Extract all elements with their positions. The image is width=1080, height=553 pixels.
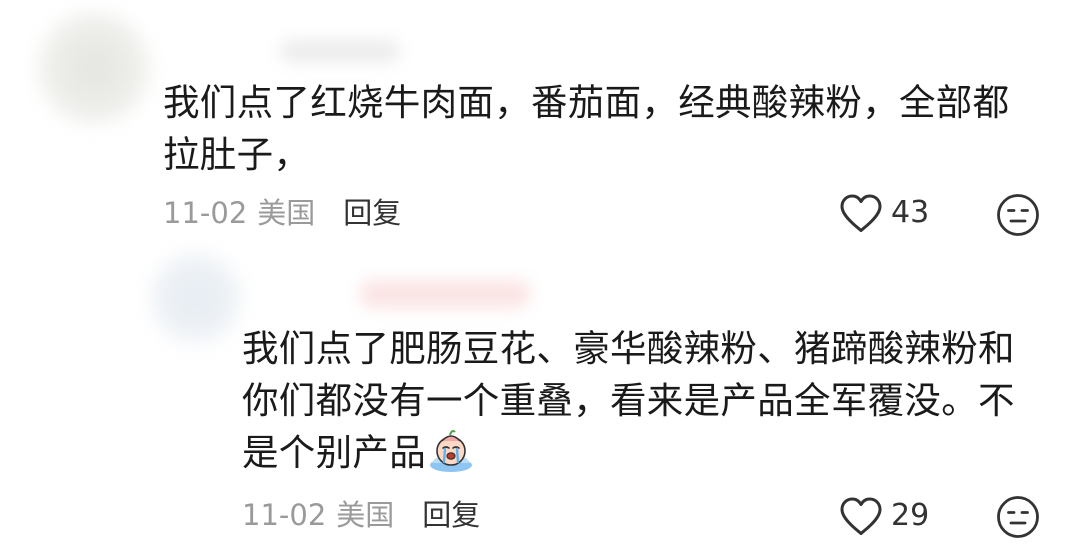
comment-location: 美国 [336,498,395,532]
heart-outline-icon [838,192,884,234]
comment-text: 我们点了红烧牛肉面，番茄面，经典酸辣粉，全部都拉肚子， [163,81,1010,176]
dislike-button[interactable] [996,193,1040,237]
comment-meta: 11-02 美国 回复 [163,195,401,231]
reply-button[interactable]: 回复 [422,497,480,533]
meh-face-icon [996,495,1040,539]
username-blurred[interactable] [360,280,530,308]
dislike-button[interactable] [996,495,1040,539]
like-count: 29 [891,498,930,533]
comment-location: 美国 [257,196,316,230]
comment-date: 11-02 [163,196,248,230]
comment-thread: 我们点了红烧牛肉面，番茄面，经典酸辣粉，全部都拉肚子， 11-02 美国 回复 … [0,0,1080,553]
avatar[interactable] [38,12,150,124]
comment-text-body: 我们点了肥肠豆花、豪华酸辣粉、猪蹄酸辣粉和你们都没有一个重叠，看来是产品全军覆没… [242,327,1015,474]
heart-outline-icon [838,495,884,537]
reply-button[interactable]: 回复 [343,195,401,231]
avatar[interactable] [150,252,242,344]
like-button[interactable]: 29 [838,495,929,537]
comment-date: 11-02 [242,498,327,532]
comment-meta: 11-02 美国 回复 [242,497,480,533]
username-blurred[interactable] [280,40,400,62]
crying-emoji-icon [428,429,474,473]
like-button[interactable]: 43 [838,192,929,234]
comment-text: 我们点了肥肠豆花、豪华酸辣粉、猪蹄酸辣粉和你们都没有一个重叠，看来是产品全军覆没… [242,323,1022,479]
like-count: 43 [891,195,930,230]
meh-face-icon [996,193,1040,237]
